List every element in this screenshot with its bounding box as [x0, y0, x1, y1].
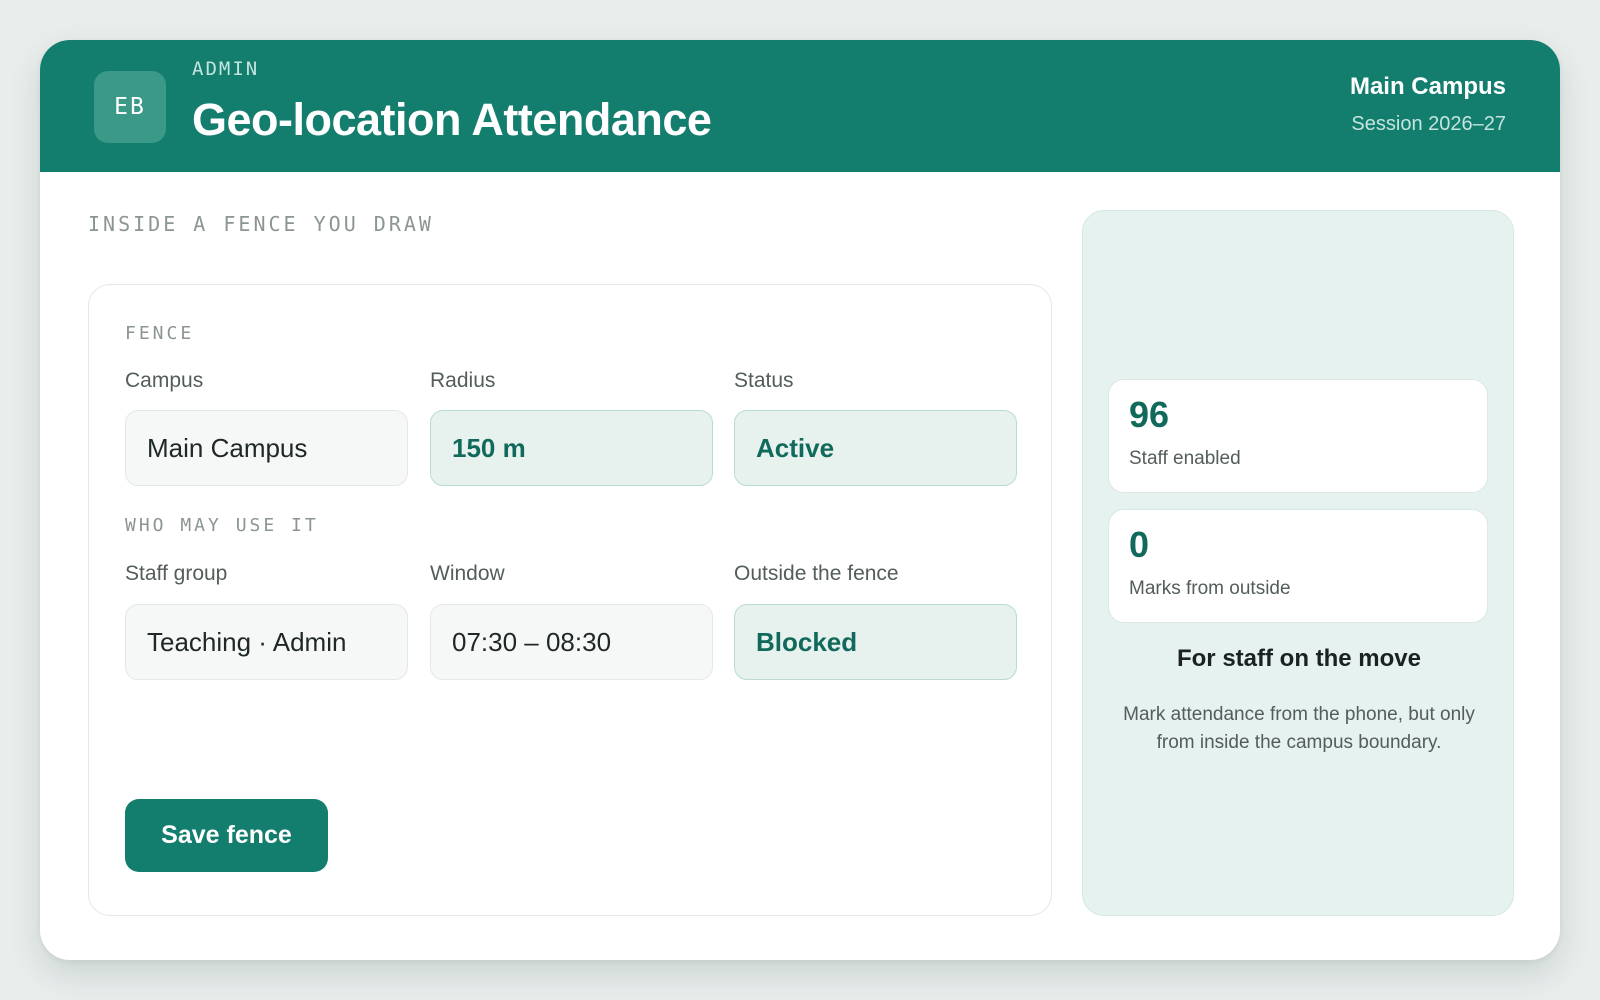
- session-label: Session 2026–27: [1351, 113, 1506, 135]
- staff-group-field[interactable]: Teaching · Admin: [125, 604, 408, 680]
- page-title: Geo-location Attendance: [192, 94, 712, 145]
- radius-field-label: Radius: [430, 369, 496, 392]
- stat-card-marks-outside: 0 Marks from outside: [1108, 509, 1488, 623]
- stat-label: Staff enabled: [1129, 448, 1241, 469]
- fence-form: FENCE Campus Main Campus Radius 150 m St…: [88, 284, 1052, 916]
- info-panel: 96 Staff enabled 0 Marks from outside Fo…: [1082, 210, 1514, 916]
- stat-value: 0: [1129, 524, 1150, 565]
- app-card: EB ADMIN Geo-location Attendance Main Ca…: [40, 40, 1560, 960]
- status-field-label: Status: [734, 369, 794, 392]
- window-field[interactable]: 07:30 – 08:30: [430, 604, 713, 680]
- status-field[interactable]: Active: [734, 410, 1017, 486]
- stat-card-staff-enabled: 96 Staff enabled: [1108, 379, 1488, 493]
- section-caption: INSIDE A FENCE YOU DRAW: [88, 212, 434, 236]
- avatar[interactable]: EB: [94, 71, 166, 143]
- campus-field-label: Campus: [125, 369, 204, 392]
- outside-fence-field[interactable]: Blocked: [734, 604, 1017, 680]
- campus-name: Main Campus: [1349, 73, 1506, 100]
- fence-group-label: FENCE: [125, 323, 195, 344]
- radius-field[interactable]: 150 m: [430, 410, 713, 486]
- save-fence-button[interactable]: Save fence: [125, 799, 328, 872]
- role-eyebrow: ADMIN: [192, 58, 260, 80]
- usage-group-label: WHO MAY USE IT: [125, 515, 319, 536]
- outside-fence-field-label: Outside the fence: [734, 562, 899, 585]
- campus-field[interactable]: Main Campus: [125, 410, 408, 486]
- staff-group-field-label: Staff group: [125, 562, 228, 585]
- stat-value: 96: [1129, 394, 1170, 435]
- window-field-label: Window: [430, 562, 505, 585]
- stat-label: Marks from outside: [1129, 578, 1291, 599]
- app-header: EB ADMIN Geo-location Attendance Main Ca…: [40, 40, 1560, 172]
- info-description: Mark attendance from the phone, but only…: [1123, 704, 1475, 753]
- info-title: For staff on the move: [1176, 645, 1422, 672]
